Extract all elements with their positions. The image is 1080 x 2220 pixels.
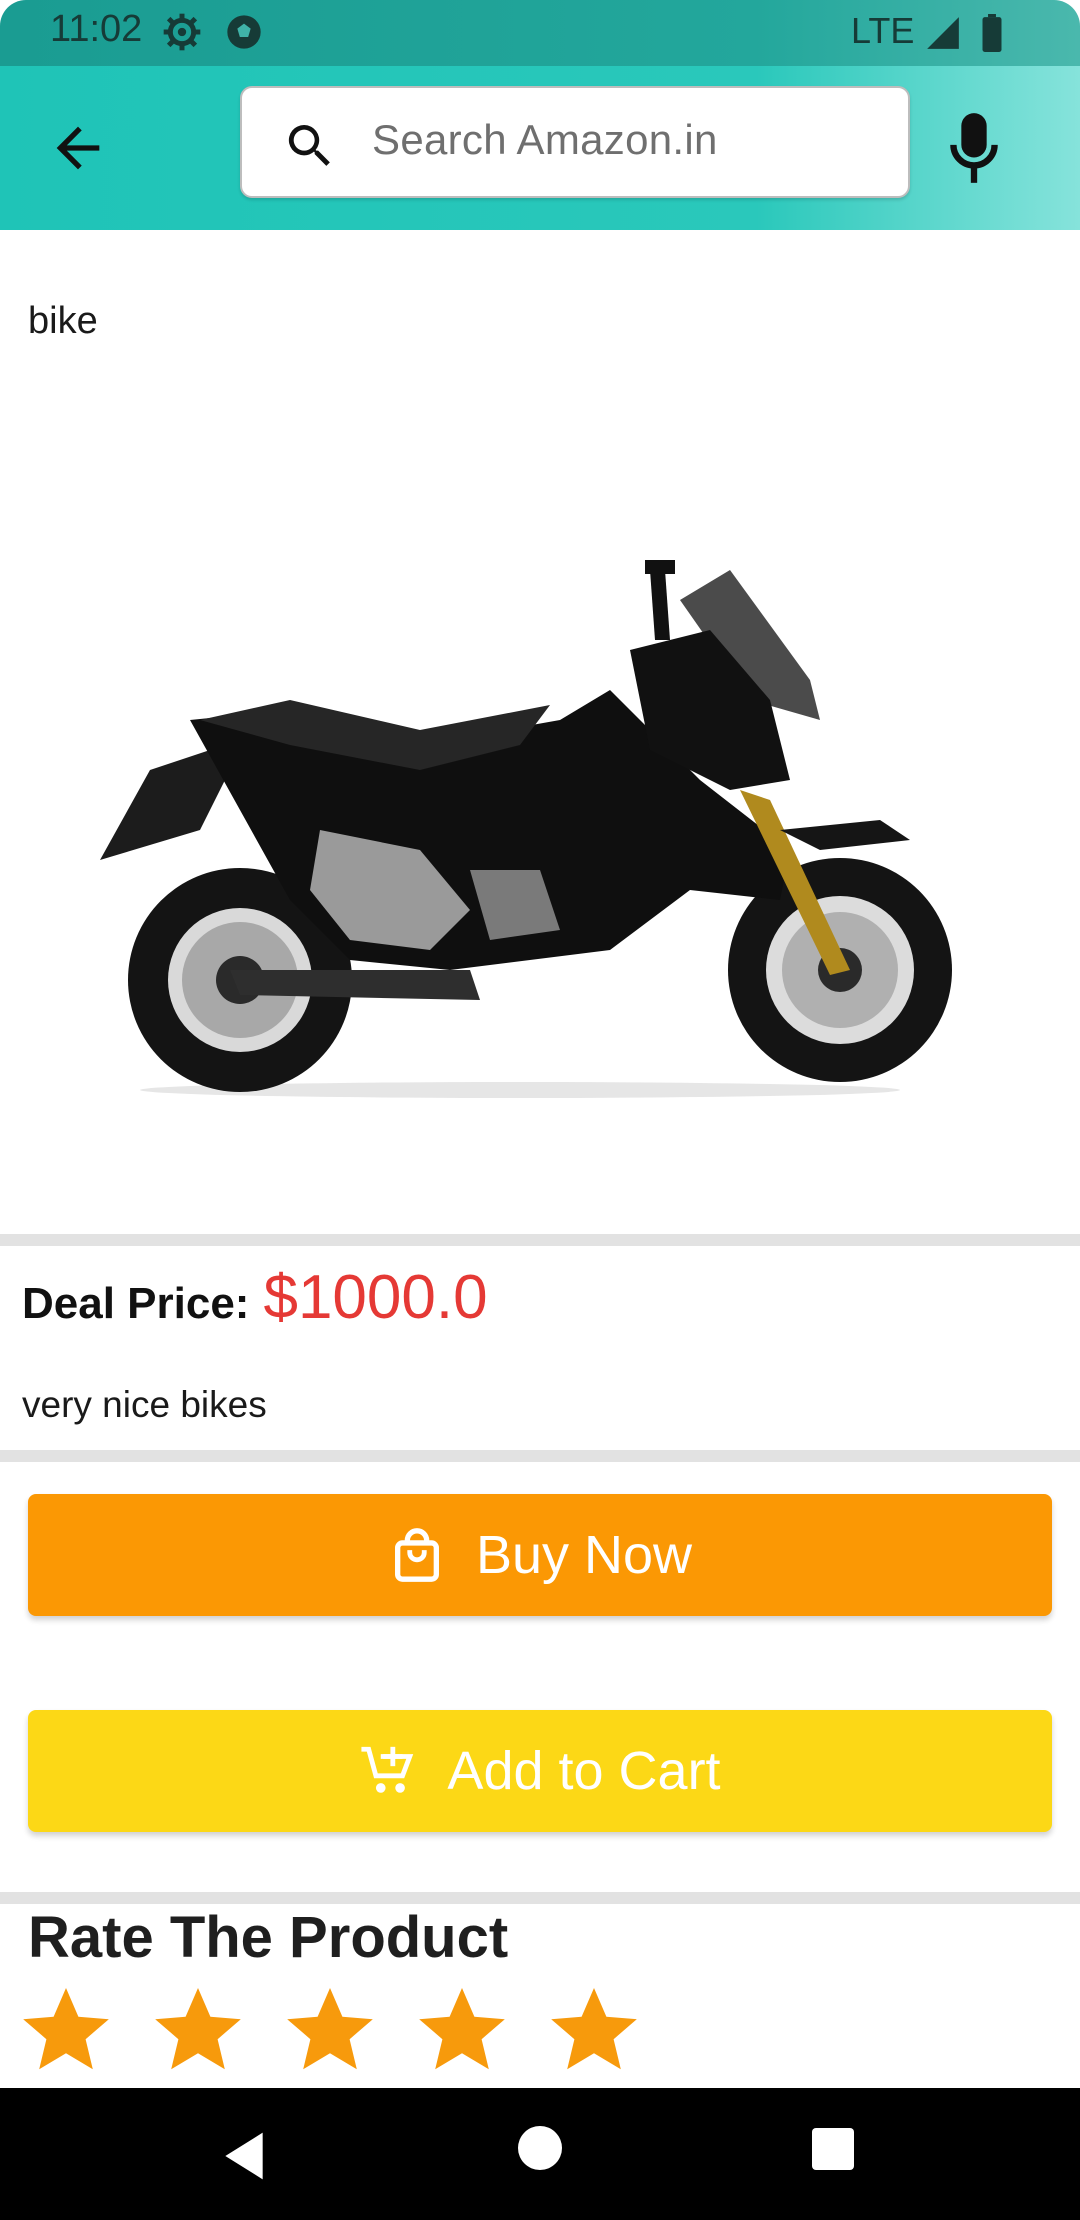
buy-now-button[interactable]: Buy Now [28, 1494, 1052, 1616]
product-title: bike [28, 300, 98, 342]
status-bar: 11:02 LTE [0, 0, 1080, 66]
rate-product-title: Rate The Product [28, 1905, 509, 1970]
star-icon[interactable] [150, 1982, 246, 2078]
mic-icon[interactable] [948, 110, 1000, 186]
navigation-bar [0, 2088, 1080, 2220]
back-arrow-icon[interactable] [46, 116, 110, 180]
add-cart-icon [361, 1746, 414, 1793]
divider-1 [0, 1234, 1080, 1246]
settings-icon [163, 13, 201, 51]
search-placeholder: Search Amazon.in [372, 116, 718, 163]
nav-home-icon[interactable] [518, 2126, 562, 2170]
add-to-cart-label: Add to Cart [447, 1741, 721, 1801]
search-input[interactable]: Search Amazon.in [240, 86, 910, 198]
network-type: LTE [851, 10, 915, 51]
status-time: 11:02 [50, 8, 143, 50]
search-icon [288, 125, 330, 166]
price-row: Deal Price: $1000.0 [22, 1262, 488, 1352]
shopping-bag-icon [394, 1528, 439, 1582]
signal-icon [927, 17, 959, 49]
star-rating[interactable] [18, 1982, 678, 2078]
price-value: $1000.0 [263, 1263, 488, 1332]
add-to-cart-button[interactable]: Add to Cart [28, 1710, 1052, 1832]
nav-back-icon[interactable] [216, 2128, 272, 2184]
divider-3 [0, 1892, 1080, 1904]
product-description: very nice bikes [22, 1384, 267, 1425]
nav-recents-icon[interactable] [812, 2128, 854, 2170]
star-icon[interactable] [282, 1982, 378, 2078]
price-label: Deal Price: [22, 1279, 250, 1328]
battery-icon [982, 14, 1002, 52]
app-bar: Search Amazon.in [0, 66, 1080, 230]
soccer-ball-icon [227, 15, 261, 49]
star-icon[interactable] [546, 1982, 642, 2078]
divider-2 [0, 1450, 1080, 1462]
buy-now-label: Buy Now [475, 1525, 693, 1585]
star-icon[interactable] [414, 1982, 510, 2078]
product-image[interactable] [90, 530, 990, 1100]
star-icon[interactable] [18, 1982, 114, 2078]
